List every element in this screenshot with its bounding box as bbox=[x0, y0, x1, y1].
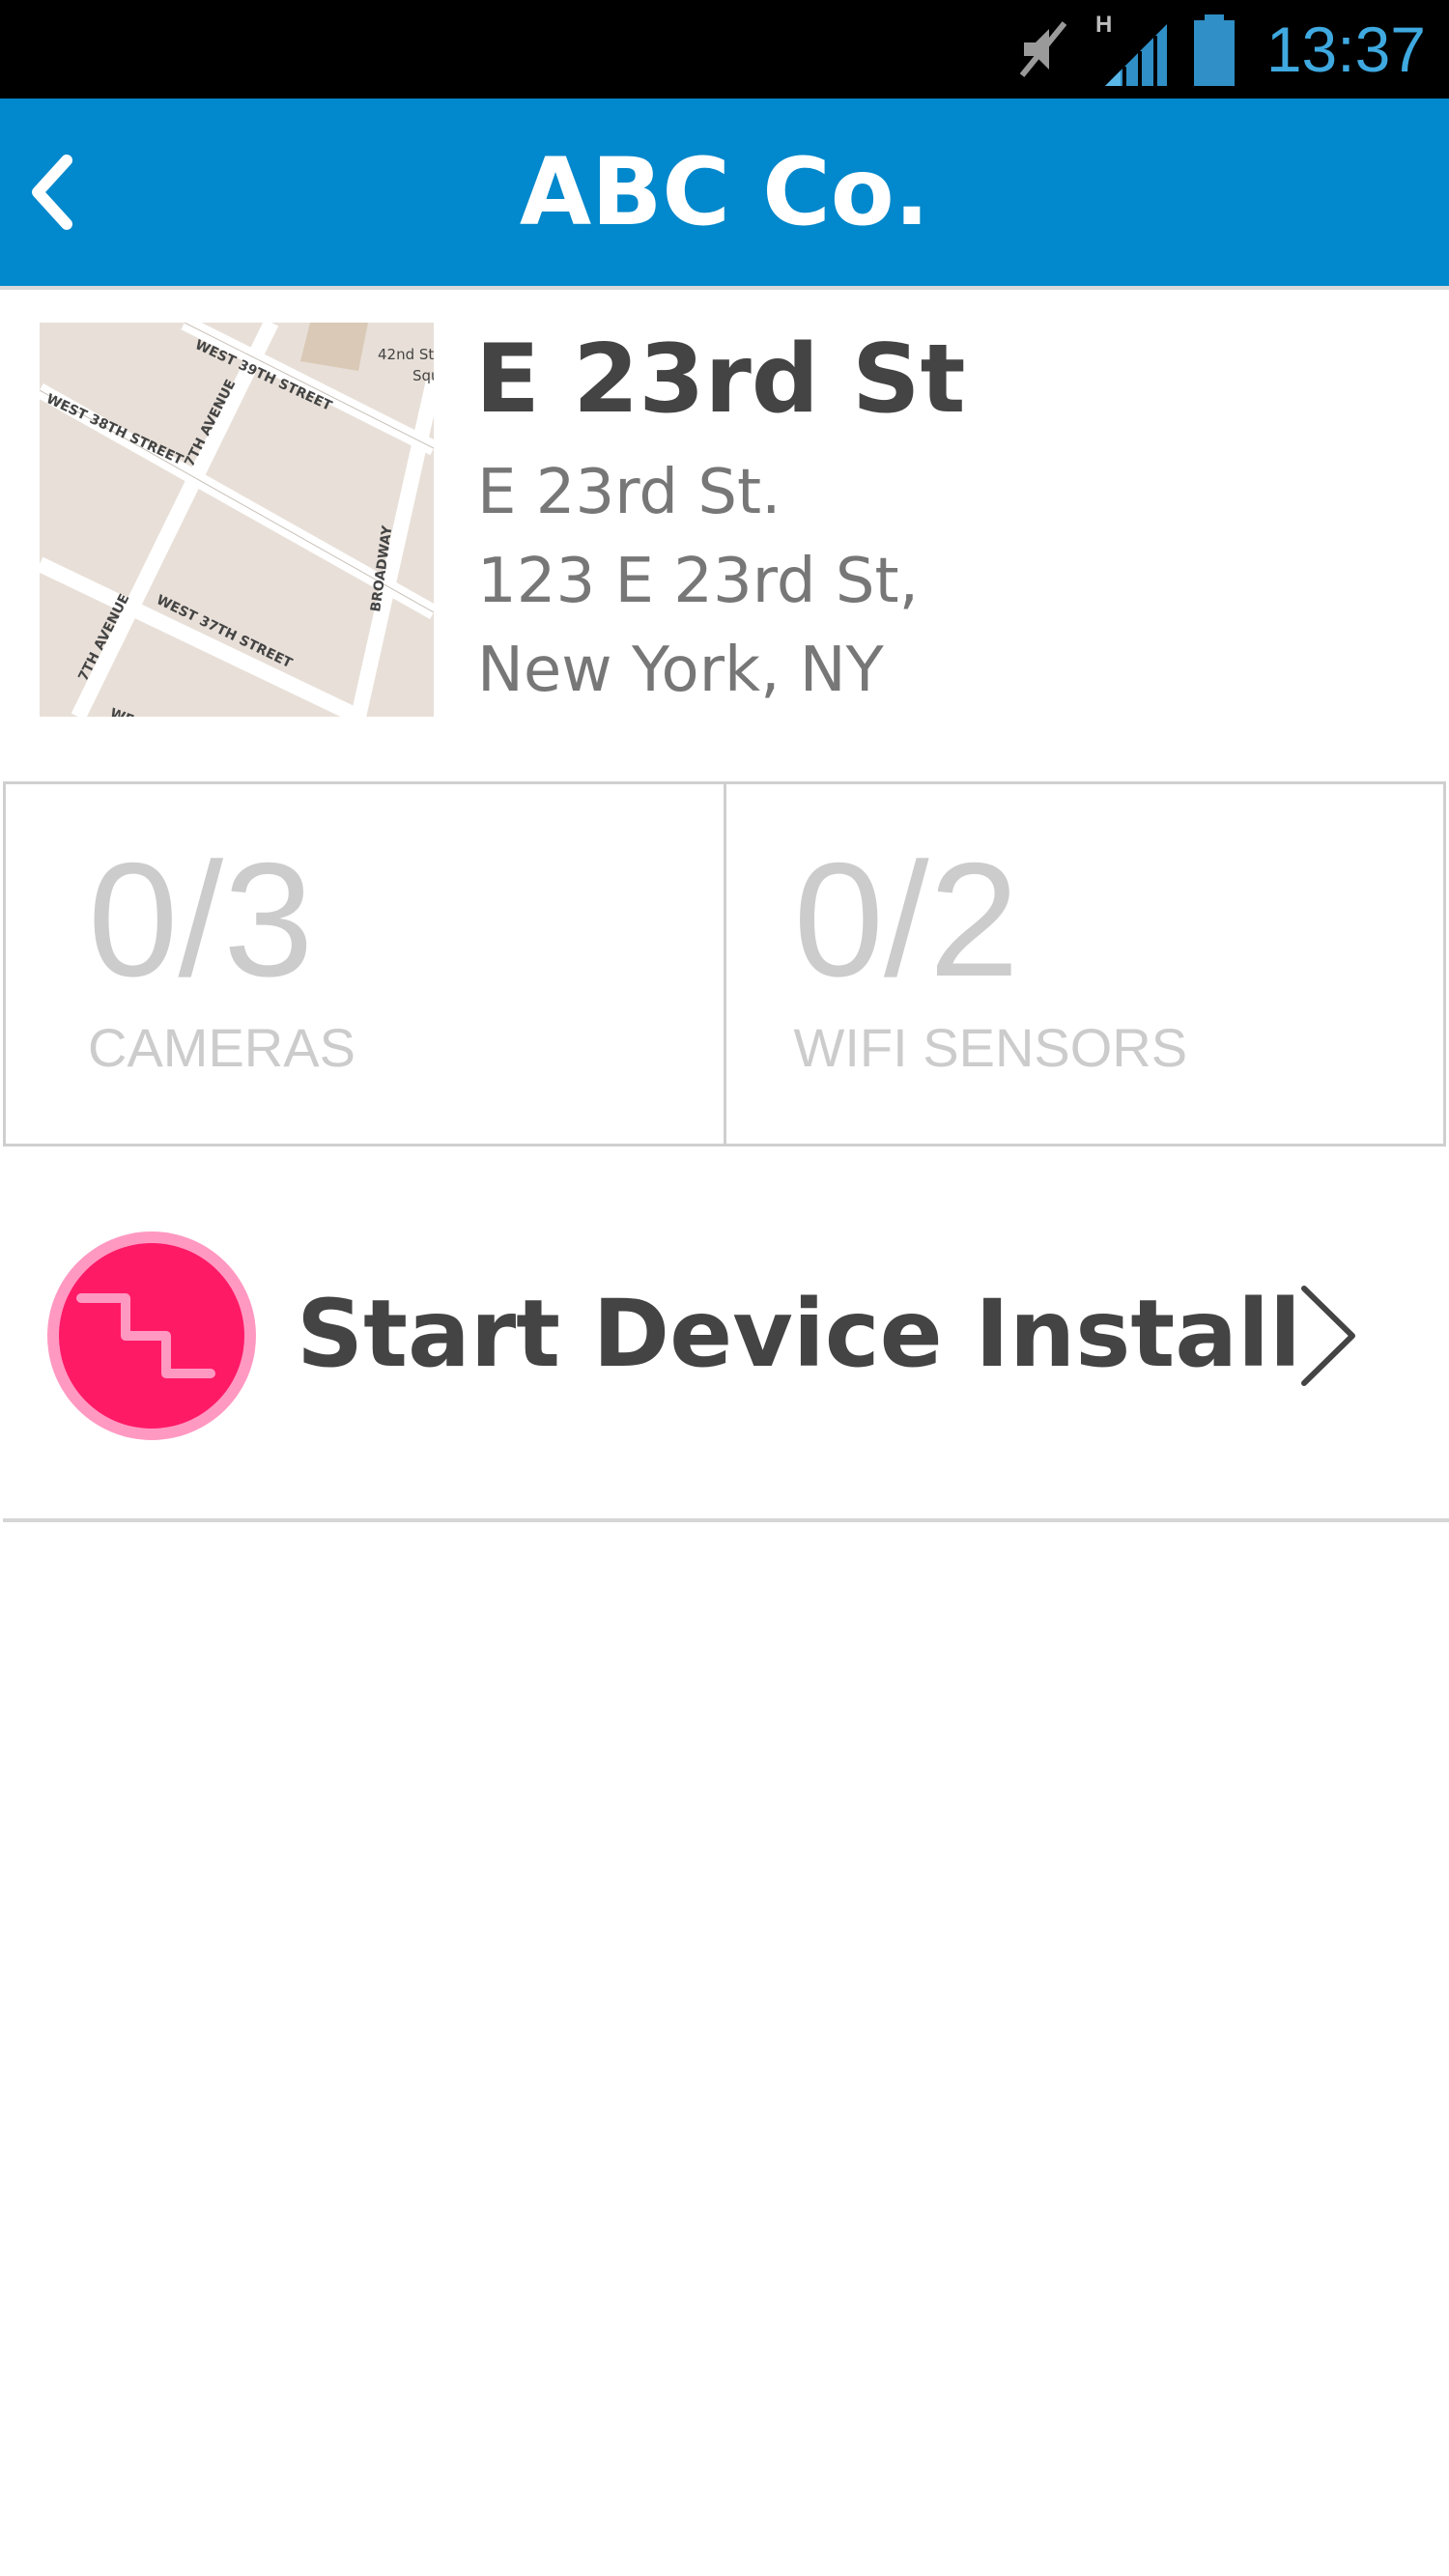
status-bar: H 13:37 bbox=[0, 0, 1449, 99]
mute-icon bbox=[1014, 0, 1072, 99]
network-type-label: H bbox=[1095, 12, 1112, 38]
location-name: E 23rd St bbox=[475, 325, 966, 435]
map-label: Squ bbox=[412, 367, 434, 384]
cameras-label: CAMERAS bbox=[88, 1017, 355, 1078]
battery-icon bbox=[1190, 0, 1238, 99]
chevron-right-icon bbox=[1301, 1286, 1355, 1386]
map-label: 42nd Str bbox=[378, 346, 434, 363]
wifi-sensors-stat[interactable]: 0/2 WIFI SENSORS bbox=[723, 784, 1444, 1144]
back-button[interactable] bbox=[0, 99, 106, 286]
start-device-install-label: Start Device Install bbox=[297, 1280, 1301, 1388]
wifi-sensors-label: WIFI SENSORS bbox=[793, 1017, 1188, 1078]
app-bar-divider bbox=[0, 286, 1449, 290]
signal-h-icon: H bbox=[1092, 0, 1169, 99]
app-bar: ABC Co. bbox=[0, 99, 1449, 286]
row-divider bbox=[3, 1518, 1449, 1522]
status-clock: 13:37 bbox=[1265, 14, 1426, 85]
cameras-stat[interactable]: 0/3 CAMERAS bbox=[6, 784, 724, 1144]
page-title: ABC Co. bbox=[519, 138, 930, 246]
location-map-thumbnail[interactable]: WEST 39TH STREET WEST 38TH STREET WEST 3… bbox=[40, 323, 434, 717]
chevron-left-icon bbox=[32, 155, 72, 230]
cameras-count: 0/3 bbox=[88, 829, 314, 1010]
wifi-sensors-count: 0/2 bbox=[793, 829, 1020, 1010]
stairs-icon bbox=[47, 1231, 256, 1440]
device-stats: 0/3 CAMERAS 0/2 WIFI SENSORS bbox=[3, 781, 1446, 1146]
start-device-install-button[interactable]: Start Device Install bbox=[0, 1149, 1449, 1518]
address-line: E 23rd St. bbox=[477, 457, 781, 528]
address-line: New York, NY bbox=[477, 635, 884, 706]
address-line: 123 E 23rd St, bbox=[477, 546, 919, 617]
